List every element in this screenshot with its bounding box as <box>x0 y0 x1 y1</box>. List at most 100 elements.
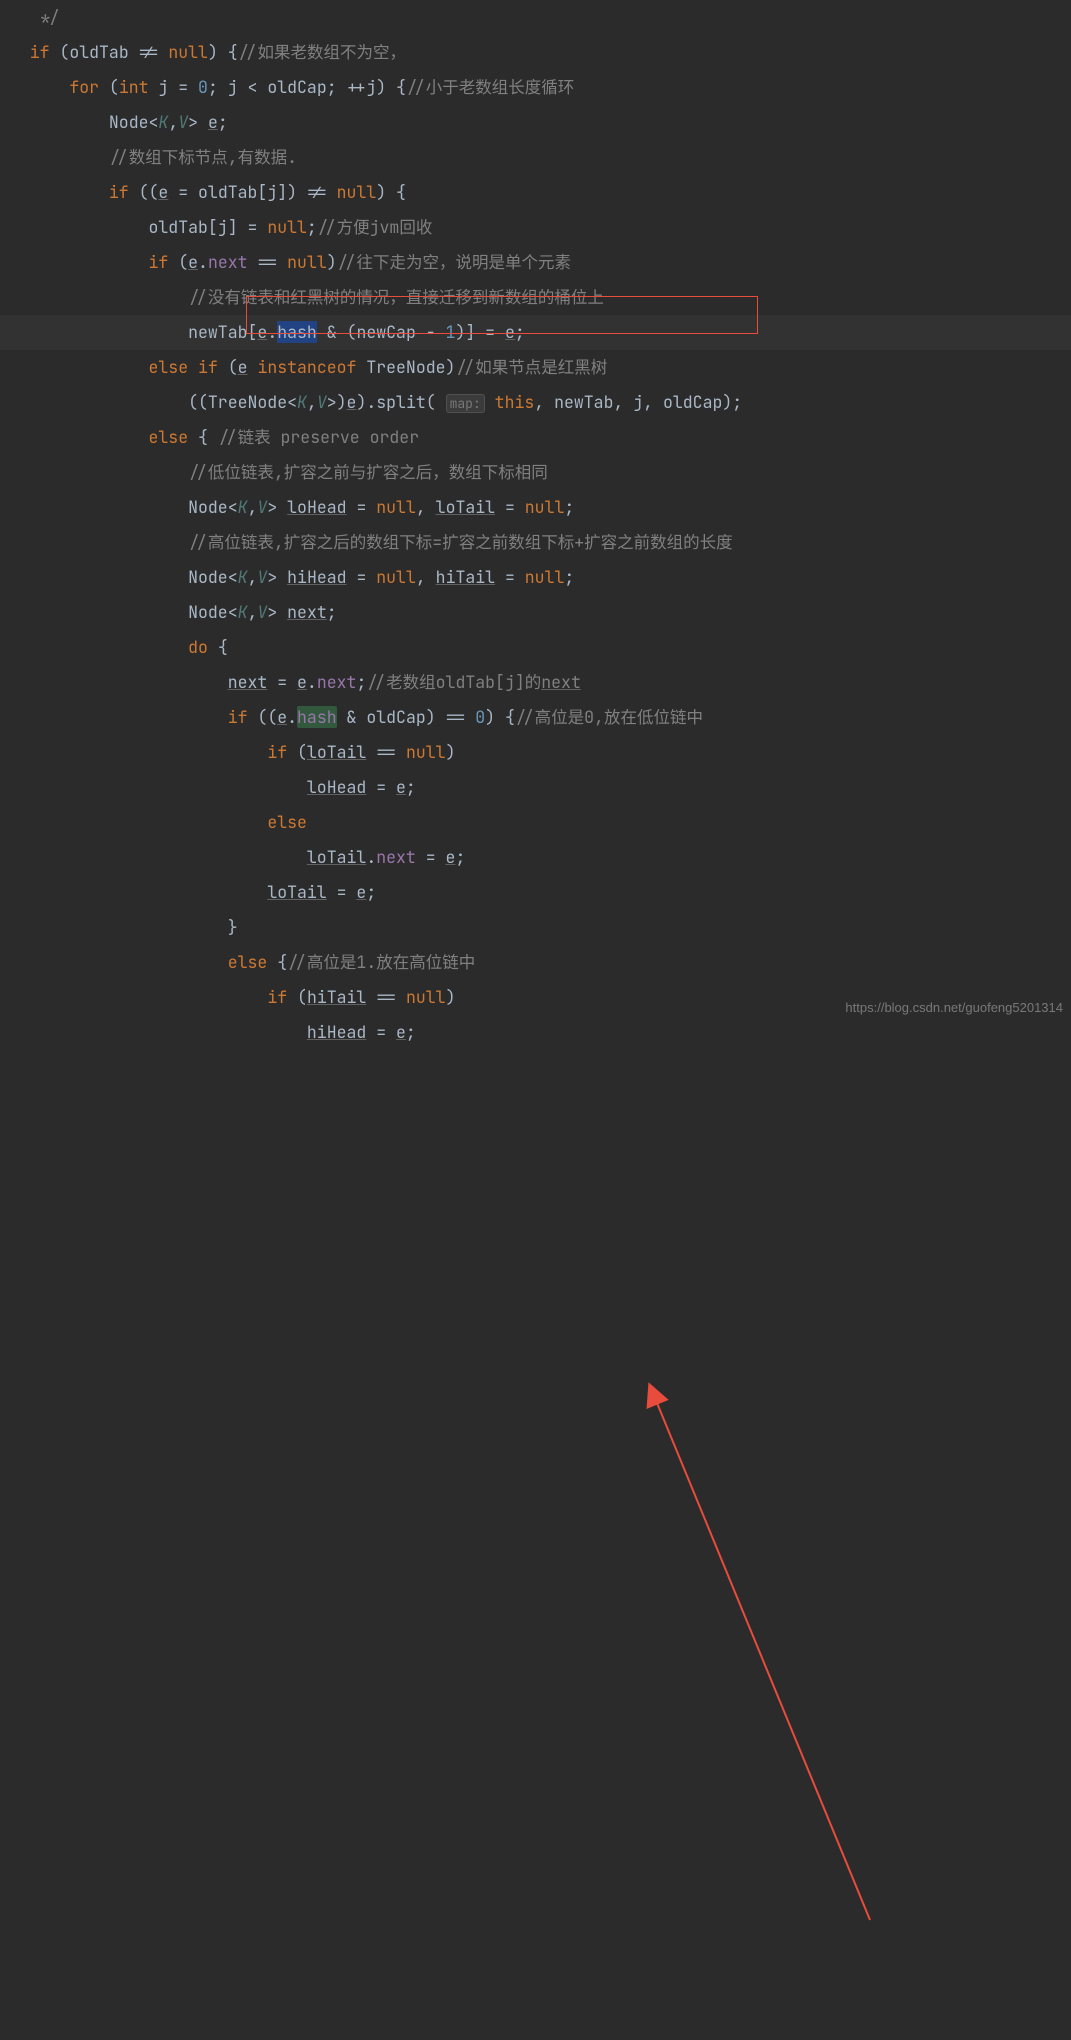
code-token: ) <box>327 251 337 273</box>
code-token: e <box>446 846 456 868</box>
code-line[interactable]: else if (e instanceof TreeNode)//如果节点是红黑… <box>0 350 1071 385</box>
code-line[interactable]: next = e.next;//老数组oldTab[j]的next <box>0 665 1071 700</box>
code-token: loTail <box>436 496 495 518</box>
code-line[interactable]: else {//高位是1.放在高位链中 <box>0 945 1071 980</box>
code-token: //如果节点是红黑树 <box>455 356 607 378</box>
code-line[interactable]: Node<K,V> hiHead = null, hiTail = null; <box>0 560 1071 595</box>
code-token: . <box>267 321 277 343</box>
code-token: next <box>541 671 581 693</box>
code-token: e <box>297 671 307 693</box>
code-token: ; <box>564 496 574 518</box>
code-token: e <box>347 391 357 413</box>
code-line[interactable]: //没有链表和红黑树的情况，直接迁移到新数组的桶位上 <box>0 280 1071 315</box>
code-token: (( <box>248 706 278 728</box>
code-line[interactable]: if ((e.hash & oldCap) == 0) {//高位是0,放在低位… <box>0 700 1071 735</box>
annotation-arrow <box>0 1050 1071 2040</box>
code-token: if <box>267 986 287 1008</box>
code-line[interactable]: //数组下标节点,有数据. <box>0 140 1071 175</box>
code-line[interactable]: Node<K,V> next; <box>0 595 1071 630</box>
code-token: next <box>208 251 248 273</box>
code-line[interactable]: loTail.next = e; <box>0 840 1071 875</box>
code-line[interactable]: else { //链表 preserve order <box>0 420 1071 455</box>
code-token: ( <box>287 741 307 763</box>
code-token: . <box>307 671 317 693</box>
code-token: e <box>188 251 198 273</box>
code-token: V <box>257 566 267 588</box>
code-line[interactable]: Node<K,V> e; <box>0 105 1071 140</box>
code-token: next <box>287 601 327 623</box>
code-line[interactable]: //低位链表,扩容之前与扩容之后，数组下标相同 <box>0 455 1071 490</box>
code-token: e <box>257 321 267 343</box>
code-token: == <box>366 986 406 1008</box>
code-token: else <box>228 951 268 973</box>
code-token: newTab[ <box>188 321 257 343</box>
code-line[interactable]: Node<K,V> loHead = null, loTail = null; <box>0 490 1071 525</box>
code-line[interactable]: else <box>0 805 1071 840</box>
code-token: //低位链表,扩容之前与扩容之后，数组下标相同 <box>188 461 548 483</box>
code-line[interactable]: if (loTail == null) <box>0 735 1071 770</box>
code-token: { <box>208 636 228 658</box>
code-line[interactable]: do { <box>0 630 1071 665</box>
code-token: = <box>347 566 377 588</box>
code-token: this <box>495 391 535 413</box>
code-token: hiHead <box>307 1021 366 1043</box>
watermark: https://blog.csdn.net/guofeng5201314 <box>845 1000 1063 1015</box>
code-token: null <box>337 181 377 203</box>
code-line[interactable]: oldTab[j] = null;//方便jvm回收 <box>0 210 1071 245</box>
code-token: hiTail <box>436 566 495 588</box>
code-token: (oldTab != <box>50 41 169 63</box>
code-token: = <box>366 776 396 798</box>
code-token: V <box>257 496 267 518</box>
code-line[interactable]: newTab[e.hash & (newCap - 1)] = e; <box>0 315 1071 350</box>
code-token: //高位是0,放在低位链中 <box>515 706 703 728</box>
code-token: e <box>158 181 168 203</box>
code-line[interactable]: hiHead = e; <box>0 1015 1071 1050</box>
code-token: , <box>416 566 436 588</box>
code-line[interactable]: if (e.next == null)//往下走为空，说明是单个元素 <box>0 245 1071 280</box>
code-token: null <box>525 496 565 518</box>
code-token: ) <box>446 986 456 1008</box>
code-token: next <box>317 671 357 693</box>
code-token: loHead <box>307 776 366 798</box>
code-token: , <box>168 111 178 133</box>
code-line[interactable]: loTail = e; <box>0 875 1071 910</box>
code-token: hiTail <box>307 986 366 1008</box>
code-line[interactable]: //高位链表,扩容之后的数组下标=扩容之前数组下标+扩容之前数组的长度 <box>0 525 1071 560</box>
code-token: if <box>30 41 50 63</box>
code-line[interactable]: loHead = e; <box>0 770 1071 805</box>
code-token: = <box>366 1021 396 1043</box>
code-editor[interactable]: */ if (oldTab != null) {//如果老数组不为空， for … <box>0 0 1071 1050</box>
code-token: ( <box>287 986 307 1008</box>
code-token: ; <box>307 216 317 238</box>
code-token: V <box>178 111 188 133</box>
code-token: else <box>149 426 189 448</box>
code-line[interactable]: if (oldTab != null) {//如果老数组不为空， <box>0 35 1071 70</box>
code-token: next <box>228 671 268 693</box>
code-token: { <box>188 426 218 448</box>
code-token: //高位链表,扩容之后的数组下标=扩容之前数组下标+扩容之前数组的长度 <box>188 531 733 553</box>
code-token: for <box>69 76 99 98</box>
code-line[interactable]: ((TreeNode<K,V>)e).split( map: this, new… <box>0 385 1071 420</box>
code-token: loTail <box>307 846 366 868</box>
code-token: } <box>228 916 238 938</box>
code-token: , <box>248 566 258 588</box>
code-token: null <box>376 496 416 518</box>
code-token: else if <box>149 356 218 378</box>
code-token: //小于老数组长度循环 <box>406 76 574 98</box>
code-line[interactable]: for (int j = 0; j < oldCap; ++j) {//小于老数… <box>0 70 1071 105</box>
code-line[interactable]: if ((e = oldTab[j]) != null) { <box>0 175 1071 210</box>
code-token: ((TreeNode< <box>188 391 297 413</box>
code-token: //链表 preserve order <box>218 426 419 448</box>
code-line[interactable]: } <box>0 910 1071 945</box>
code-token: = <box>327 881 357 903</box>
code-token: Node< <box>188 601 238 623</box>
code-line[interactable]: */ <box>0 0 1071 35</box>
code-token: = <box>416 846 446 868</box>
code-token: = <box>267 671 297 693</box>
code-token: . <box>366 846 376 868</box>
code-token: > <box>267 496 287 518</box>
code-token: ; <box>406 776 416 798</box>
code-token: e <box>356 881 366 903</box>
code-token: K <box>238 601 248 623</box>
code-token: TreeNode) <box>356 356 455 378</box>
